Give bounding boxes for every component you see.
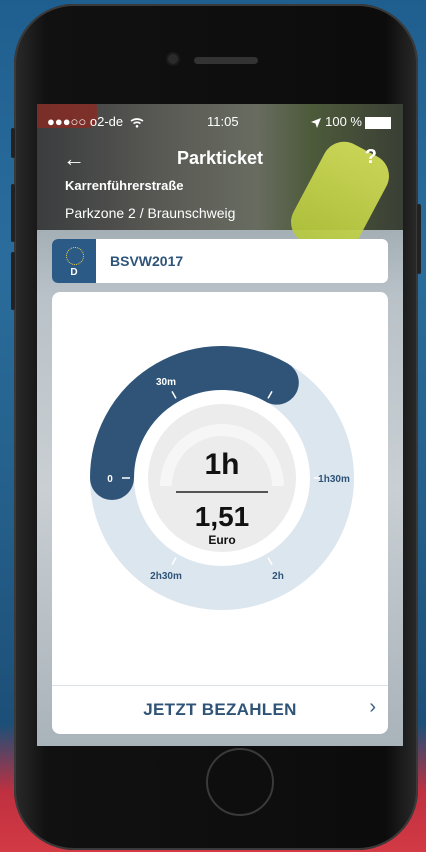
- duration-card: 0 30m 1h 1h30m 2h 2h30m 1h 1,51 Euro JETZT BE…: [52, 292, 388, 734]
- street-name: Karrenführerstraße: [65, 178, 184, 193]
- parking-zone: Parkzone 2 / Braunschweig: [65, 205, 236, 221]
- pay-button[interactable]: JETZT BEZAHLEN ›: [52, 685, 388, 734]
- page-title: Parkticket: [176, 148, 264, 168]
- eu-flag-icon: D: [52, 239, 96, 283]
- front-camera: [168, 54, 178, 64]
- volume-down-button: [11, 252, 15, 310]
- volume-up-button: [11, 184, 15, 242]
- help-button[interactable]: ?: [365, 146, 377, 169]
- carrier-label: ●●●○○ o2-de: [47, 114, 144, 129]
- pay-button-label: JETZT BEZAHLEN: [143, 700, 297, 719]
- dial-tick-label: 1h30m: [318, 474, 350, 485]
- battery-icon: [365, 116, 391, 129]
- mute-switch: [11, 128, 15, 158]
- home-button[interactable]: [206, 748, 274, 816]
- location-arrow-icon: [311, 117, 322, 128]
- price-value: 1,51: [195, 501, 250, 532]
- dial-tick-label: 0: [107, 474, 113, 485]
- help-icon: ?: [364, 146, 377, 168]
- vehicle-plate-selector[interactable]: D BSVW2017: [52, 239, 388, 283]
- chevron-right-icon: ›: [369, 696, 376, 718]
- country-code: D: [70, 267, 78, 278]
- power-button: [417, 204, 421, 274]
- plate-number: BSVW2017: [110, 253, 184, 269]
- dial-tick-label: 30m: [156, 377, 176, 388]
- status-bar: ●●●○○ o2-de 11:05 100 %: [37, 114, 403, 130]
- wifi-icon: [130, 117, 144, 128]
- duration-value: 1h: [204, 448, 239, 481]
- earpiece-speaker: [194, 57, 258, 64]
- dial-tick-label: 2h: [272, 571, 284, 582]
- dial-tick-label: 1h: [272, 377, 284, 388]
- dial-tick-label: 2h30m: [150, 571, 182, 582]
- status-battery: 100 %: [311, 114, 391, 129]
- duration-dial[interactable]: 0 30m 1h 1h30m 2h 2h30m 1h 1,51 Euro: [90, 346, 354, 610]
- eu-stars-ring: [66, 247, 84, 265]
- status-time: 11:05: [207, 114, 239, 129]
- app-screen: ●●●○○ o2-de 11:05 100 % ← Parkticket ? K…: [37, 104, 403, 746]
- currency-label: Euro: [208, 533, 235, 547]
